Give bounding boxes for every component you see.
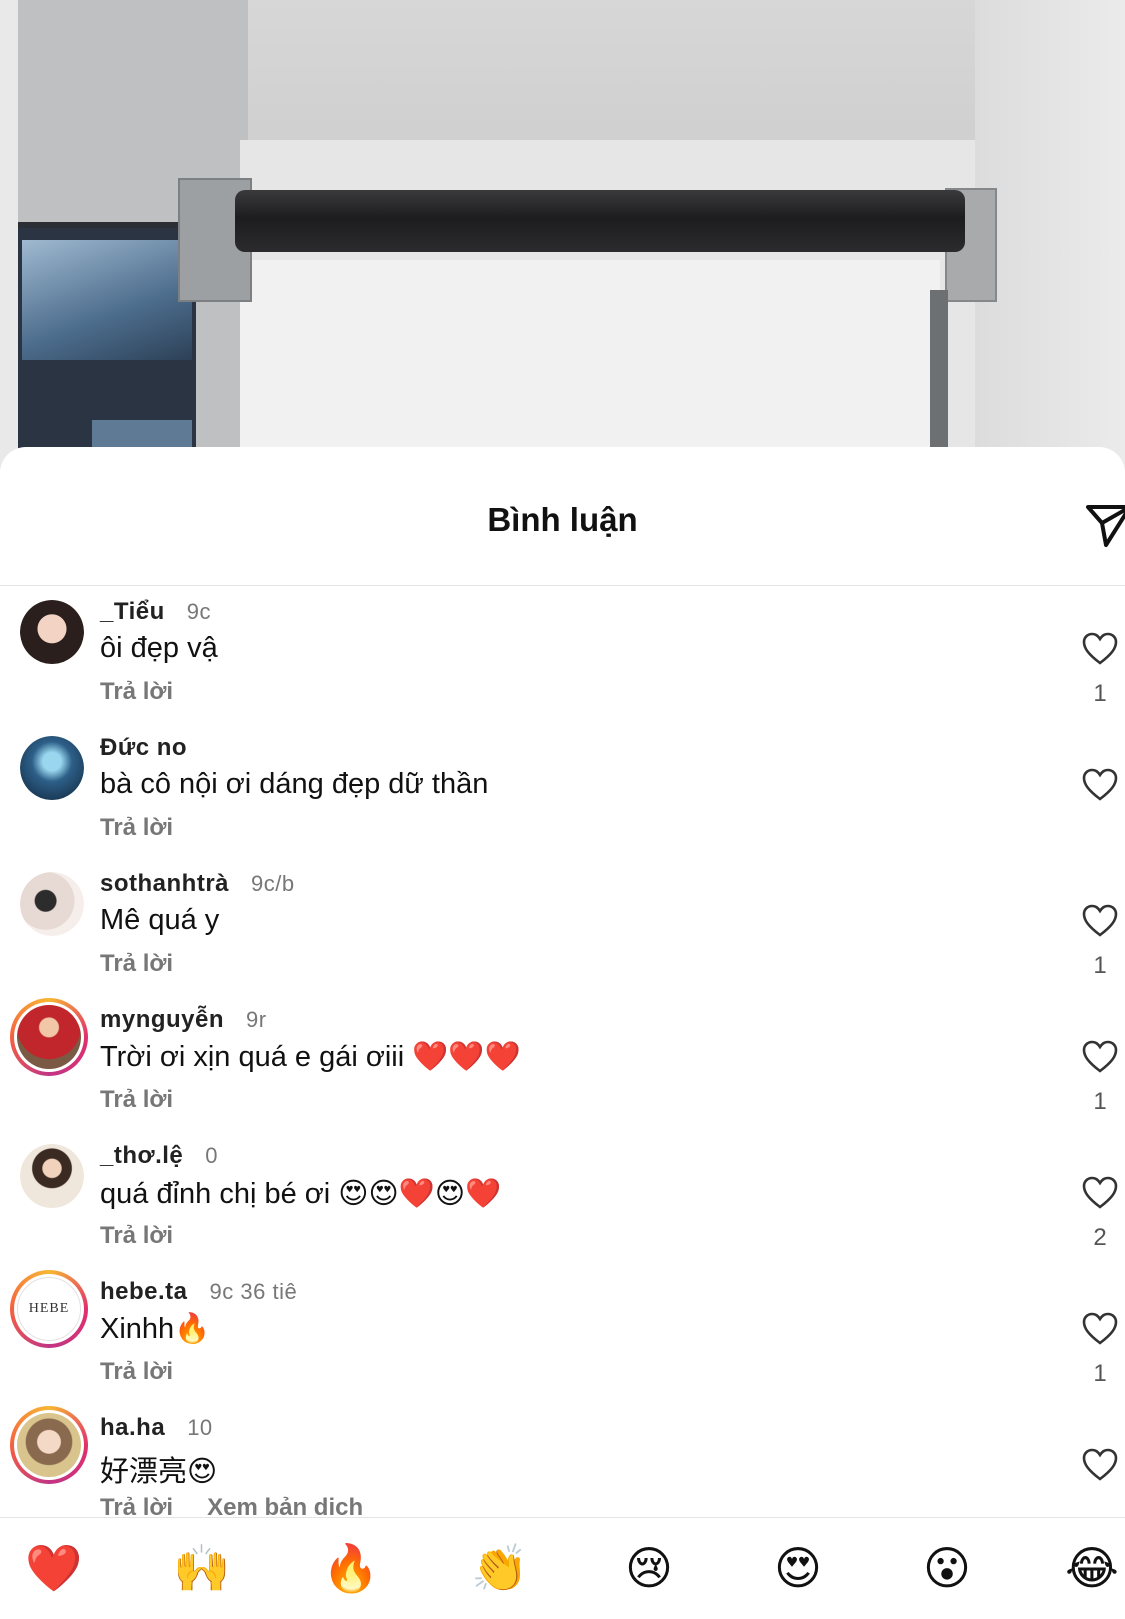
heart-icon[interactable] bbox=[1082, 632, 1118, 666]
comment-time: 9c 36 tiê bbox=[209, 1279, 298, 1304]
reply-button[interactable]: Trả lời bbox=[100, 814, 173, 842]
translate-button[interactable]: Xem bản dịch bbox=[207, 1494, 363, 1516]
avatar-story-ring[interactable] bbox=[10, 998, 88, 1076]
comment-username[interactable]: sothanhtrà 9c/b bbox=[100, 870, 295, 898]
avatar-story-ring[interactable] bbox=[10, 1406, 88, 1484]
photo-backdrop-paper bbox=[240, 260, 940, 470]
like-count: 2 bbox=[1093, 1224, 1107, 1251]
photo-backdrop-roll bbox=[235, 190, 965, 252]
comment-time: 9c/b bbox=[251, 871, 295, 896]
comment-username[interactable]: mynguyễn 9r bbox=[100, 1006, 267, 1034]
like-count: 1 bbox=[1093, 680, 1107, 707]
reply-button[interactable]: Trả lời bbox=[100, 1086, 173, 1114]
comment-item: sothanhtrà 9c/b Mê quá y Trả lời 1 bbox=[0, 858, 1125, 994]
emoji-clapping[interactable]: 👏 bbox=[470, 1540, 530, 1596]
avatar[interactable] bbox=[20, 736, 84, 800]
like-count: 1 bbox=[1093, 1360, 1107, 1387]
comments-sheet: Bình luận _Tiểu 9c ôi đẹp vậ Trả lời 1 Đứ… bbox=[0, 447, 1125, 1619]
comment-item: ha.ha 10 好漂亮😍 Trả lời Xem bản dịch bbox=[0, 1402, 1125, 1516]
reply-button[interactable]: Trả lời bbox=[100, 1222, 173, 1250]
comment-item: mynguyễn 9r Trời ơi xịn quá e gái ơiii ❤️… bbox=[0, 994, 1125, 1130]
heart-icon[interactable] bbox=[1082, 1176, 1118, 1210]
emoji-crying[interactable]: 😢 bbox=[619, 1540, 679, 1596]
comment-username[interactable]: Đức no bbox=[100, 734, 209, 762]
sheet-title: Bình luận bbox=[487, 501, 638, 538]
emoji-heart-eyes[interactable]: 😍 bbox=[768, 1540, 828, 1596]
comment-text: Trời ơi xịn quá e gái ơiii ❤️❤️❤️ bbox=[100, 1041, 521, 1073]
heart-icon[interactable] bbox=[1082, 1448, 1118, 1482]
sheet-header: Bình luận bbox=[0, 447, 1125, 586]
reply-row: Trả lời Xem bản dịch bbox=[100, 1494, 363, 1516]
comment-username[interactable]: ha.ha 10 bbox=[100, 1414, 213, 1442]
comment-text: quá đỉnh chị bé ơi 😍😍❤️😍❤️ bbox=[100, 1178, 502, 1210]
reply-button[interactable]: Trả lời bbox=[100, 1358, 173, 1386]
comment-list[interactable]: _Tiểu 9c ôi đẹp vậ Trả lời 1 Đức no bà cô… bbox=[0, 586, 1125, 1516]
emoji-reaction-bar: ❤️ 🙌 🔥 👏 😢 😍 😮 😂 bbox=[0, 1517, 1125, 1619]
heart-icon[interactable] bbox=[1082, 904, 1118, 938]
avatar[interactable] bbox=[20, 1144, 84, 1208]
comment-item: Đức no bà cô nội ơi dáng đẹp dữ thần Trả… bbox=[0, 722, 1125, 858]
share-icon[interactable] bbox=[1084, 499, 1125, 549]
comment-item: _Tiểu 9c ôi đẹp vậ Trả lời 1 bbox=[0, 586, 1125, 722]
post-photo bbox=[0, 0, 1125, 470]
avatar[interactable] bbox=[20, 872, 84, 936]
comment-text: 好漂亮😍 bbox=[100, 1456, 218, 1488]
heart-icon[interactable] bbox=[1082, 768, 1118, 802]
comment-text: Mê quá y bbox=[100, 904, 220, 936]
heart-icon[interactable] bbox=[1082, 1312, 1118, 1346]
reply-button[interactable]: Trả lời bbox=[100, 1494, 173, 1516]
avatar-story-ring[interactable]: HEBE bbox=[10, 1270, 88, 1348]
emoji-laughing[interactable]: 😂 bbox=[1062, 1540, 1122, 1596]
comment-username[interactable]: _thơ.lệ 0 bbox=[100, 1142, 218, 1170]
comment-username[interactable]: _Tiểu 9c bbox=[100, 598, 211, 626]
photo-pole bbox=[930, 290, 948, 470]
comment-item: HEBE hebe.ta 9c 36 tiê Xinhh🔥 Trả lời 1 bbox=[0, 1266, 1125, 1402]
photo-edge bbox=[0, 0, 18, 470]
emoji-fire[interactable]: 🔥 bbox=[321, 1540, 381, 1596]
photo-right-wall bbox=[975, 0, 1125, 470]
avatar[interactable] bbox=[20, 600, 84, 664]
reply-button[interactable]: Trả lời bbox=[100, 950, 173, 978]
comment-text: Xinhh🔥 bbox=[100, 1313, 211, 1345]
comment-text: bà cô nội ơi dáng đẹp dữ thần bbox=[100, 768, 489, 800]
emoji-raising-hands[interactable]: 🙌 bbox=[172, 1540, 232, 1596]
brand-logo: HEBE bbox=[17, 1277, 81, 1341]
reply-button[interactable]: Trả lời bbox=[100, 678, 173, 706]
comment-text: ôi đẹp vậ bbox=[100, 632, 218, 664]
like-count: 1 bbox=[1093, 1088, 1107, 1115]
comment-time: 9c bbox=[186, 599, 211, 624]
emoji-surprised[interactable]: 😮 bbox=[917, 1540, 977, 1596]
photo-window-glass bbox=[22, 240, 192, 360]
emoji-heart[interactable]: ❤️ bbox=[24, 1540, 84, 1596]
comment-item: _thơ.lệ 0 quá đỉnh chị bé ơi 😍😍❤️😍❤️ Trả … bbox=[0, 1130, 1125, 1266]
comment-time: 0 bbox=[205, 1143, 218, 1168]
comment-time: 9r bbox=[246, 1007, 267, 1032]
like-count: 1 bbox=[1093, 952, 1107, 979]
comment-username[interactable]: hebe.ta 9c 36 tiê bbox=[100, 1278, 297, 1306]
comment-time: 10 bbox=[187, 1415, 213, 1440]
heart-icon[interactable] bbox=[1082, 1040, 1118, 1074]
